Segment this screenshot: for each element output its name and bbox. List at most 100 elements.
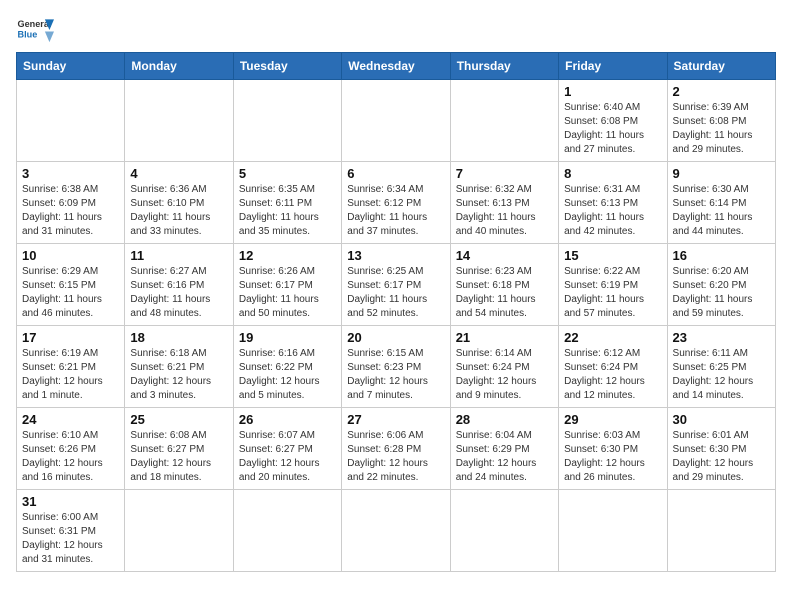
calendar-cell: 12 Sunrise: 6:26 AM Sunset: 6:17 PM Dayli… bbox=[233, 244, 341, 326]
calendar-cell: 27 Sunrise: 6:06 AM Sunset: 6:28 PM Dayli… bbox=[342, 408, 450, 490]
day-info: Sunrise: 6:20 AM Sunset: 6:20 PM Dayligh… bbox=[673, 265, 770, 321]
calendar-cell: 28 Sunrise: 6:04 AM Sunset: 6:29 PM Dayli… bbox=[450, 408, 558, 490]
day-number: 21 bbox=[456, 330, 553, 345]
day-info: Sunrise: 6:40 AM Sunset: 6:08 PM Dayligh… bbox=[564, 101, 661, 157]
calendar-cell: 22 Sunrise: 6:12 AM Sunset: 6:24 PM Dayli… bbox=[559, 326, 667, 408]
day-number: 4 bbox=[130, 166, 227, 181]
day-info: Sunrise: 6:10 AM Sunset: 6:26 PM Dayligh… bbox=[22, 429, 119, 485]
calendar-header: SundayMondayTuesdayWednesdayThursdayFrid… bbox=[17, 53, 776, 80]
day-info: Sunrise: 6:04 AM Sunset: 6:29 PM Dayligh… bbox=[456, 429, 553, 485]
calendar-cell: 19 Sunrise: 6:16 AM Sunset: 6:22 PM Dayli… bbox=[233, 326, 341, 408]
day-number: 22 bbox=[564, 330, 661, 345]
day-info: Sunrise: 6:18 AM Sunset: 6:21 PM Dayligh… bbox=[130, 347, 227, 403]
day-info: Sunrise: 6:25 AM Sunset: 6:17 PM Dayligh… bbox=[347, 265, 444, 321]
day-header-wednesday: Wednesday bbox=[342, 53, 450, 80]
calendar-cell: 14Sunrise: 6:23 AM Sunset: 6:18 PM Dayli… bbox=[450, 244, 558, 326]
day-number: 9 bbox=[673, 166, 770, 181]
day-info: Sunrise: 6:38 AM Sunset: 6:09 PM Dayligh… bbox=[22, 183, 119, 239]
day-header-monday: Monday bbox=[125, 53, 233, 80]
calendar-cell bbox=[125, 80, 233, 162]
day-number: 26 bbox=[239, 412, 336, 427]
calendar-cell: 30 Sunrise: 6:01 AM Sunset: 6:30 PM Dayli… bbox=[667, 408, 775, 490]
calendar-cell bbox=[342, 80, 450, 162]
day-number: 10 bbox=[22, 248, 119, 263]
day-number: 15 bbox=[564, 248, 661, 263]
day-number: 29 bbox=[564, 412, 661, 427]
day-info: Sunrise: 6:19 AM Sunset: 6:21 PM Dayligh… bbox=[22, 347, 119, 403]
day-info: Sunrise: 6:12 AM Sunset: 6:24 PM Dayligh… bbox=[564, 347, 661, 403]
calendar-cell: 21 Sunrise: 6:14 AM Sunset: 6:24 PM Dayli… bbox=[450, 326, 558, 408]
day-header-thursday: Thursday bbox=[450, 53, 558, 80]
day-number: 2 bbox=[673, 84, 770, 99]
calendar-cell: 15 Sunrise: 6:22 AM Sunset: 6:19 PM Dayli… bbox=[559, 244, 667, 326]
calendar-cell: 2 Sunrise: 6:39 AM Sunset: 6:08 PM Daylig… bbox=[667, 80, 775, 162]
calendar-cell: 10 Sunrise: 6:29 AM Sunset: 6:15 PM Dayli… bbox=[17, 244, 125, 326]
day-info: Sunrise: 6:30 AM Sunset: 6:14 PM Dayligh… bbox=[673, 183, 770, 239]
calendar-cell: 11Sunrise: 6:27 AM Sunset: 6:16 PM Dayli… bbox=[125, 244, 233, 326]
calendar-cell: 25Sunrise: 6:08 AM Sunset: 6:27 PM Dayli… bbox=[125, 408, 233, 490]
calendar-cell bbox=[667, 490, 775, 572]
calendar-cell bbox=[233, 490, 341, 572]
calendar-body: 1Sunrise: 6:40 AM Sunset: 6:08 PM Daylig… bbox=[17, 80, 776, 572]
day-number: 14 bbox=[456, 248, 553, 263]
calendar-cell bbox=[233, 80, 341, 162]
calendar-cell: 6Sunrise: 6:34 AM Sunset: 6:12 PM Daylig… bbox=[342, 162, 450, 244]
day-number: 20 bbox=[347, 330, 444, 345]
day-number: 18 bbox=[130, 330, 227, 345]
calendar-cell bbox=[450, 490, 558, 572]
day-info: Sunrise: 6:08 AM Sunset: 6:27 PM Dayligh… bbox=[130, 429, 227, 485]
day-info: Sunrise: 6:16 AM Sunset: 6:22 PM Dayligh… bbox=[239, 347, 336, 403]
day-info: Sunrise: 6:06 AM Sunset: 6:28 PM Dayligh… bbox=[347, 429, 444, 485]
calendar-cell: 26 Sunrise: 6:07 AM Sunset: 6:27 PM Dayli… bbox=[233, 408, 341, 490]
day-info: Sunrise: 6:35 AM Sunset: 6:11 PM Dayligh… bbox=[239, 183, 336, 239]
day-number: 19 bbox=[239, 330, 336, 345]
logo: General Blue bbox=[16, 16, 54, 44]
calendar-cell: 7Sunrise: 6:32 AM Sunset: 6:13 PM Daylig… bbox=[450, 162, 558, 244]
calendar-cell: 18 Sunrise: 6:18 AM Sunset: 6:21 PM Dayli… bbox=[125, 326, 233, 408]
calendar-cell: 23Sunrise: 6:11 AM Sunset: 6:25 PM Dayli… bbox=[667, 326, 775, 408]
day-info: Sunrise: 6:29 AM Sunset: 6:15 PM Dayligh… bbox=[22, 265, 119, 321]
calendar-cell: 20 Sunrise: 6:15 AM Sunset: 6:23 PM Dayli… bbox=[342, 326, 450, 408]
day-info: Sunrise: 6:01 AM Sunset: 6:30 PM Dayligh… bbox=[673, 429, 770, 485]
calendar-cell: 16 Sunrise: 6:20 AM Sunset: 6:20 PM Dayli… bbox=[667, 244, 775, 326]
calendar-cell: 5 Sunrise: 6:35 AM Sunset: 6:11 PM Daylig… bbox=[233, 162, 341, 244]
calendar-cell: 17 Sunrise: 6:19 AM Sunset: 6:21 PM Dayli… bbox=[17, 326, 125, 408]
calendar-cell: 29 Sunrise: 6:03 AM Sunset: 6:30 PM Dayli… bbox=[559, 408, 667, 490]
calendar-cell bbox=[125, 490, 233, 572]
day-number: 17 bbox=[22, 330, 119, 345]
day-info: Sunrise: 6:26 AM Sunset: 6:17 PM Dayligh… bbox=[239, 265, 336, 321]
day-number: 7 bbox=[456, 166, 553, 181]
calendar-cell: 8Sunrise: 6:31 AM Sunset: 6:13 PM Daylig… bbox=[559, 162, 667, 244]
calendar-cell bbox=[450, 80, 558, 162]
day-number: 12 bbox=[239, 248, 336, 263]
calendar-cell bbox=[559, 490, 667, 572]
day-info: Sunrise: 6:36 AM Sunset: 6:10 PM Dayligh… bbox=[130, 183, 227, 239]
day-info: Sunrise: 6:07 AM Sunset: 6:27 PM Dayligh… bbox=[239, 429, 336, 485]
calendar-cell: 1Sunrise: 6:40 AM Sunset: 6:08 PM Daylig… bbox=[559, 80, 667, 162]
day-number: 5 bbox=[239, 166, 336, 181]
day-number: 27 bbox=[347, 412, 444, 427]
calendar-cell: 9 Sunrise: 6:30 AM Sunset: 6:14 PM Daylig… bbox=[667, 162, 775, 244]
day-info: Sunrise: 6:03 AM Sunset: 6:30 PM Dayligh… bbox=[564, 429, 661, 485]
day-info: Sunrise: 6:22 AM Sunset: 6:19 PM Dayligh… bbox=[564, 265, 661, 321]
day-number: 24 bbox=[22, 412, 119, 427]
calendar-cell: 13 Sunrise: 6:25 AM Sunset: 6:17 PM Dayli… bbox=[342, 244, 450, 326]
day-info: Sunrise: 6:15 AM Sunset: 6:23 PM Dayligh… bbox=[347, 347, 444, 403]
calendar-cell: 24 Sunrise: 6:10 AM Sunset: 6:26 PM Dayli… bbox=[17, 408, 125, 490]
day-number: 16 bbox=[673, 248, 770, 263]
day-number: 28 bbox=[456, 412, 553, 427]
day-number: 30 bbox=[673, 412, 770, 427]
day-number: 23 bbox=[673, 330, 770, 345]
calendar-cell: 3 Sunrise: 6:38 AM Sunset: 6:09 PM Daylig… bbox=[17, 162, 125, 244]
day-info: Sunrise: 6:14 AM Sunset: 6:24 PM Dayligh… bbox=[456, 347, 553, 403]
calendar-cell bbox=[342, 490, 450, 572]
day-number: 13 bbox=[347, 248, 444, 263]
day-number: 3 bbox=[22, 166, 119, 181]
day-info: Sunrise: 6:34 AM Sunset: 6:12 PM Dayligh… bbox=[347, 183, 444, 239]
day-info: Sunrise: 6:39 AM Sunset: 6:08 PM Dayligh… bbox=[673, 101, 770, 157]
calendar-cell: 31Sunrise: 6:00 AM Sunset: 6:31 PM Dayli… bbox=[17, 490, 125, 572]
header: General Blue bbox=[16, 16, 776, 44]
day-info: Sunrise: 6:31 AM Sunset: 6:13 PM Dayligh… bbox=[564, 183, 661, 239]
calendar: SundayMondayTuesdayWednesdayThursdayFrid… bbox=[16, 52, 776, 572]
calendar-cell: 4 Sunrise: 6:36 AM Sunset: 6:10 PM Daylig… bbox=[125, 162, 233, 244]
